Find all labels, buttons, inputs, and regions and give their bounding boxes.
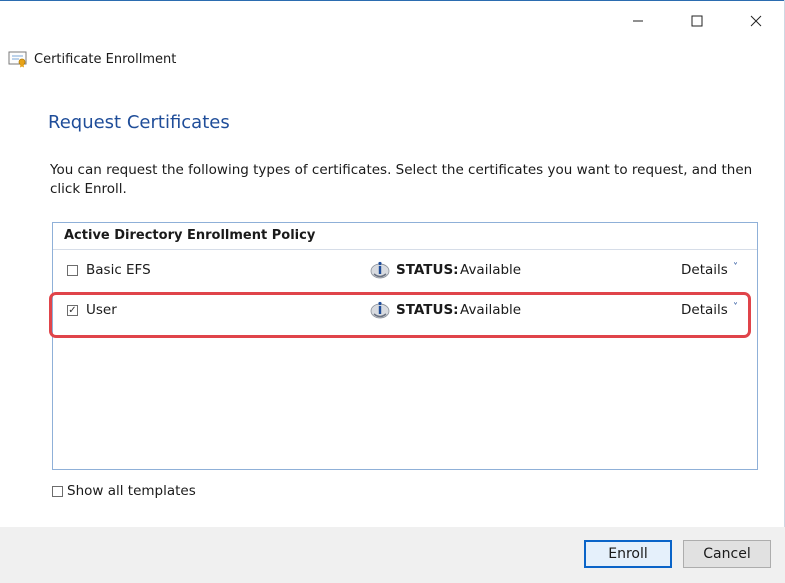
- show-all-templates-option[interactable]: Show all templates: [52, 483, 196, 499]
- certificate-row-user[interactable]: ✓ User STATUS: Available Details ˅: [53, 300, 757, 324]
- status-value: Available: [460, 302, 522, 318]
- cancel-button[interactable]: Cancel: [683, 540, 771, 568]
- chevron-down-icon[interactable]: ˅: [733, 262, 738, 273]
- certificate-name: User: [86, 302, 117, 318]
- close-button[interactable]: [726, 8, 785, 34]
- app-title-text: Certificate Enrollment: [34, 51, 177, 67]
- policy-title: Active Directory Enrollment Policy: [53, 223, 757, 250]
- details-link-basic-efs[interactable]: Details: [681, 262, 728, 278]
- certificate-name: Basic EFS: [86, 262, 151, 278]
- status-value: Available: [460, 262, 522, 278]
- details-link-user[interactable]: Details: [681, 302, 728, 318]
- close-icon: [750, 15, 761, 27]
- show-all-templates-checkbox[interactable]: [52, 485, 63, 497]
- window-top-border: [0, 0, 785, 1]
- window-controls: [608, 8, 785, 34]
- maximize-icon: [691, 15, 702, 27]
- page-description: You can request the following types of c…: [50, 162, 753, 197]
- certificate-checkbox-basic-efs[interactable]: [67, 265, 78, 276]
- chevron-down-icon[interactable]: ˅: [733, 302, 738, 313]
- app-title: Certificate Enrollment: [8, 50, 176, 68]
- enroll-button[interactable]: Enroll: [584, 540, 672, 568]
- certificate-row-basic-efs[interactable]: Basic EFS STATUS: Available Details ˅: [53, 260, 757, 284]
- minimize-button[interactable]: [608, 8, 667, 34]
- show-all-templates-label: Show all templates: [67, 483, 196, 499]
- maximize-button[interactable]: [667, 8, 726, 34]
- minimize-icon: [632, 20, 643, 22]
- status-label: STATUS:: [396, 262, 459, 278]
- info-icon: [370, 301, 390, 319]
- certificate-checkbox-user[interactable]: ✓: [67, 305, 78, 316]
- certificate-icon: [8, 51, 27, 68]
- status-label: STATUS:: [396, 302, 459, 318]
- page-title: Request Certificates: [48, 112, 230, 133]
- dialog-footer: Enroll Cancel: [0, 527, 785, 583]
- enrollment-policy-panel: Active Directory Enrollment Policy Basic…: [52, 222, 758, 470]
- info-icon: [370, 261, 390, 279]
